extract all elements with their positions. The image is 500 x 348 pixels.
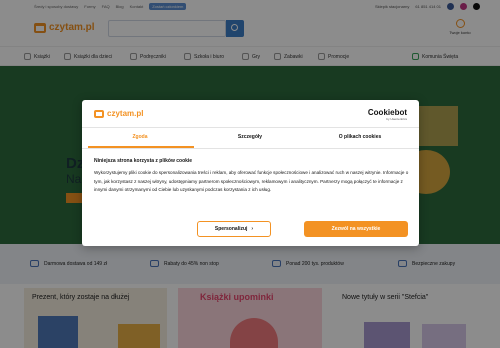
customize-button[interactable]: Spersonalizuj › [197, 221, 271, 237]
cookiebot-logo[interactable]: Cookiebot by Usercentrics [368, 108, 407, 121]
dialog-logo-text: czytam.pl [107, 109, 144, 118]
dialog-divider [82, 127, 419, 128]
tabs-divider [82, 148, 419, 149]
tab-details[interactable]: Szczegóły [194, 134, 306, 140]
accept-all-button[interactable]: Zezwól na wszystkie [304, 221, 408, 237]
cookiebot-subtitle: by Usercentrics [386, 117, 407, 121]
tab-about-cookies[interactable]: O plikach cookies [304, 134, 416, 140]
accept-all-label: Zezwól na wszystkie [331, 226, 381, 232]
customize-button-label: Spersonalizuj [214, 226, 248, 232]
dialog-title: Niniejsza strona korzysta z plików cooki… [94, 158, 193, 164]
dialog-body: Wykorzystujemy pliki cookie do spersonal… [94, 170, 409, 193]
book-logo-icon [94, 109, 104, 118]
cookie-consent-dialog: czytam.pl Cookiebot by Usercentrics Zgod… [82, 100, 419, 246]
tab-consent[interactable]: Zgoda [84, 134, 196, 140]
cookiebot-title: Cookiebot [367, 108, 407, 117]
dialog-logo: czytam.pl [94, 109, 143, 118]
chevron-right-icon: › [251, 226, 254, 232]
